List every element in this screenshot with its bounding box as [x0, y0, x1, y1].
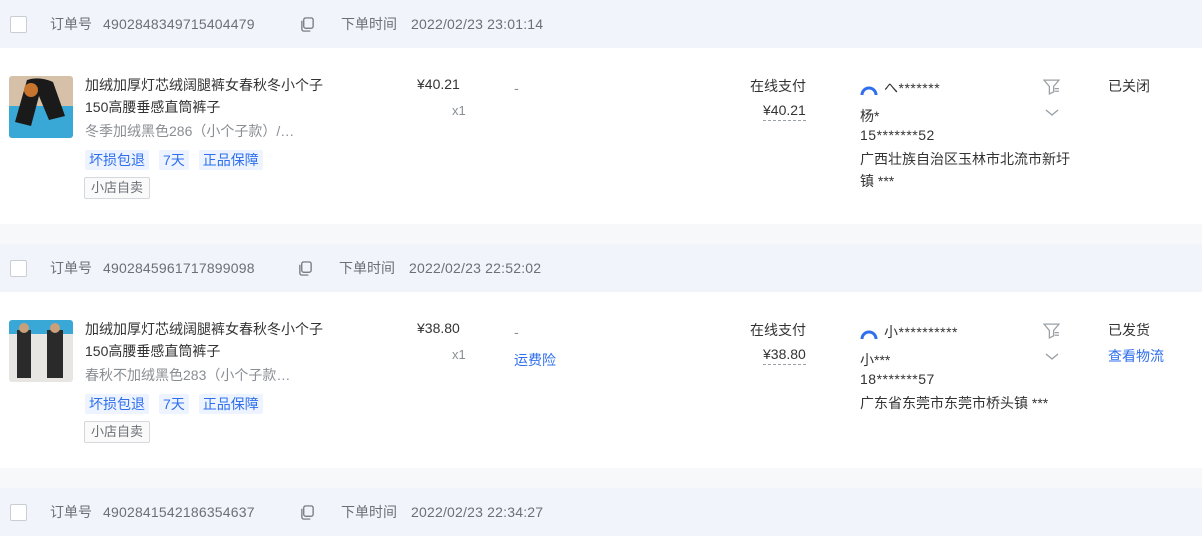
copy-icon[interactable]: [300, 504, 315, 520]
order-no: 4902841542186354637: [103, 504, 255, 520]
order-time: 2022/02/23 22:34:27: [411, 504, 544, 520]
filter-icon[interactable]: [1043, 78, 1060, 95]
order-body: 加绒加厚灯芯绒阔腿裤女春秋冬小个子150高腰垂感直筒裤子 春秋不加绒黑色283（…: [0, 300, 1202, 468]
order-no-label: 订单号: [50, 260, 92, 276]
tag-7day: 7天: [159, 394, 189, 414]
tag-7day: 7天: [159, 150, 189, 170]
product-sku: 春秋不加绒黑色283（小个子款…: [85, 367, 291, 383]
payment-method: 在线支付: [750, 78, 806, 94]
copy-icon[interactable]: [298, 260, 313, 276]
receiver-name: 杨*: [860, 108, 880, 124]
receiver-phone: 18*******57: [860, 371, 935, 387]
order-time-label: 下单时间: [339, 260, 395, 276]
order-header: 订单号 4902841542186354637 下单时间 2022/02/23 …: [0, 488, 1202, 536]
product-thumbnail[interactable]: [9, 76, 73, 138]
order-time-label: 下单时间: [341, 16, 397, 32]
shop-badge: 小店自卖: [84, 177, 151, 199]
after-sale-empty: -: [514, 324, 519, 340]
buyer-nickname[interactable]: へ*******: [884, 78, 940, 98]
service-tags: 坏损包退 7天 正品保障: [85, 394, 263, 414]
tag-return: 坏损包退: [85, 394, 149, 414]
quantity: x1: [452, 103, 466, 118]
order-body: 加绒加厚灯芯绒阔腿裤女春秋冬小个子150高腰垂感直筒裤子 冬季加绒黑色286（小…: [0, 56, 1202, 224]
order-checkbox[interactable]: [10, 503, 27, 521]
payment-amount[interactable]: ¥38.80: [763, 346, 806, 365]
order-no-label: 订单号: [50, 504, 92, 520]
chevron-down-icon[interactable]: [1044, 352, 1060, 362]
filter-icon[interactable]: [1043, 322, 1060, 339]
order-no: 4902845961717899098: [103, 260, 255, 276]
order-no: 4902848349715404479: [103, 16, 255, 32]
buyer-icon: [860, 86, 878, 96]
order-checkbox[interactable]: [10, 15, 27, 33]
chevron-down-icon[interactable]: [1044, 108, 1060, 118]
receiver-address: 广东省东莞市东莞市桥头镇 ***: [860, 395, 1049, 411]
receiver-phone: 15*******52: [860, 127, 935, 143]
copy-icon[interactable]: [300, 16, 315, 32]
shop-badge: 小店自卖: [84, 421, 151, 443]
order-header: 订单号 4902845961717899098 下单时间 2022/02/23 …: [0, 244, 1202, 292]
after-sale-empty: -: [514, 80, 519, 96]
payment-method: 在线支付: [750, 322, 806, 338]
tag-return: 坏损包退: [85, 150, 149, 170]
buyer-nickname[interactable]: 小**********: [884, 322, 958, 342]
unit-price: ¥40.21: [417, 76, 460, 92]
tag-genuine: 正品保障: [198, 150, 263, 170]
unit-price: ¥38.80: [417, 320, 460, 336]
order-time: 2022/02/23 23:01:14: [411, 16, 544, 32]
quantity: x1: [452, 347, 466, 362]
product-title[interactable]: 加绒加厚灯芯绒阔腿裤女春秋冬小个子150高腰垂感直筒裤子: [85, 318, 345, 362]
order-separator: [0, 468, 1202, 488]
view-logistics-link[interactable]: 查看物流: [1108, 346, 1164, 366]
receiver-address: 广西壮族自治区玉林市北流市新圩镇 ***: [860, 151, 1070, 189]
product-sku: 冬季加绒黑色286（小个子款）/…: [85, 123, 295, 139]
service-tags: 坏损包退 7天 正品保障: [85, 150, 263, 170]
order-separator: [0, 224, 1202, 244]
order-checkbox[interactable]: [10, 259, 27, 277]
product-title[interactable]: 加绒加厚灯芯绒阔腿裤女春秋冬小个子150高腰垂感直筒裤子: [85, 74, 345, 118]
tag-genuine: 正品保障: [198, 394, 263, 414]
order-time-label: 下单时间: [341, 504, 397, 520]
receiver-name: 小***: [860, 352, 891, 368]
order-no-label: 订单号: [50, 16, 92, 32]
order-time: 2022/02/23 22:52:02: [409, 260, 542, 276]
buyer-icon: [860, 330, 878, 340]
product-thumbnail[interactable]: [9, 320, 73, 382]
freight-insurance-link[interactable]: 运费险: [514, 350, 556, 370]
order-header: 订单号 4902848349715404479 下单时间 2022/02/23 …: [0, 0, 1202, 48]
payment-amount[interactable]: ¥40.21: [763, 102, 806, 121]
order-status: 已发货: [1108, 322, 1150, 338]
order-status: 已关闭: [1108, 78, 1150, 94]
